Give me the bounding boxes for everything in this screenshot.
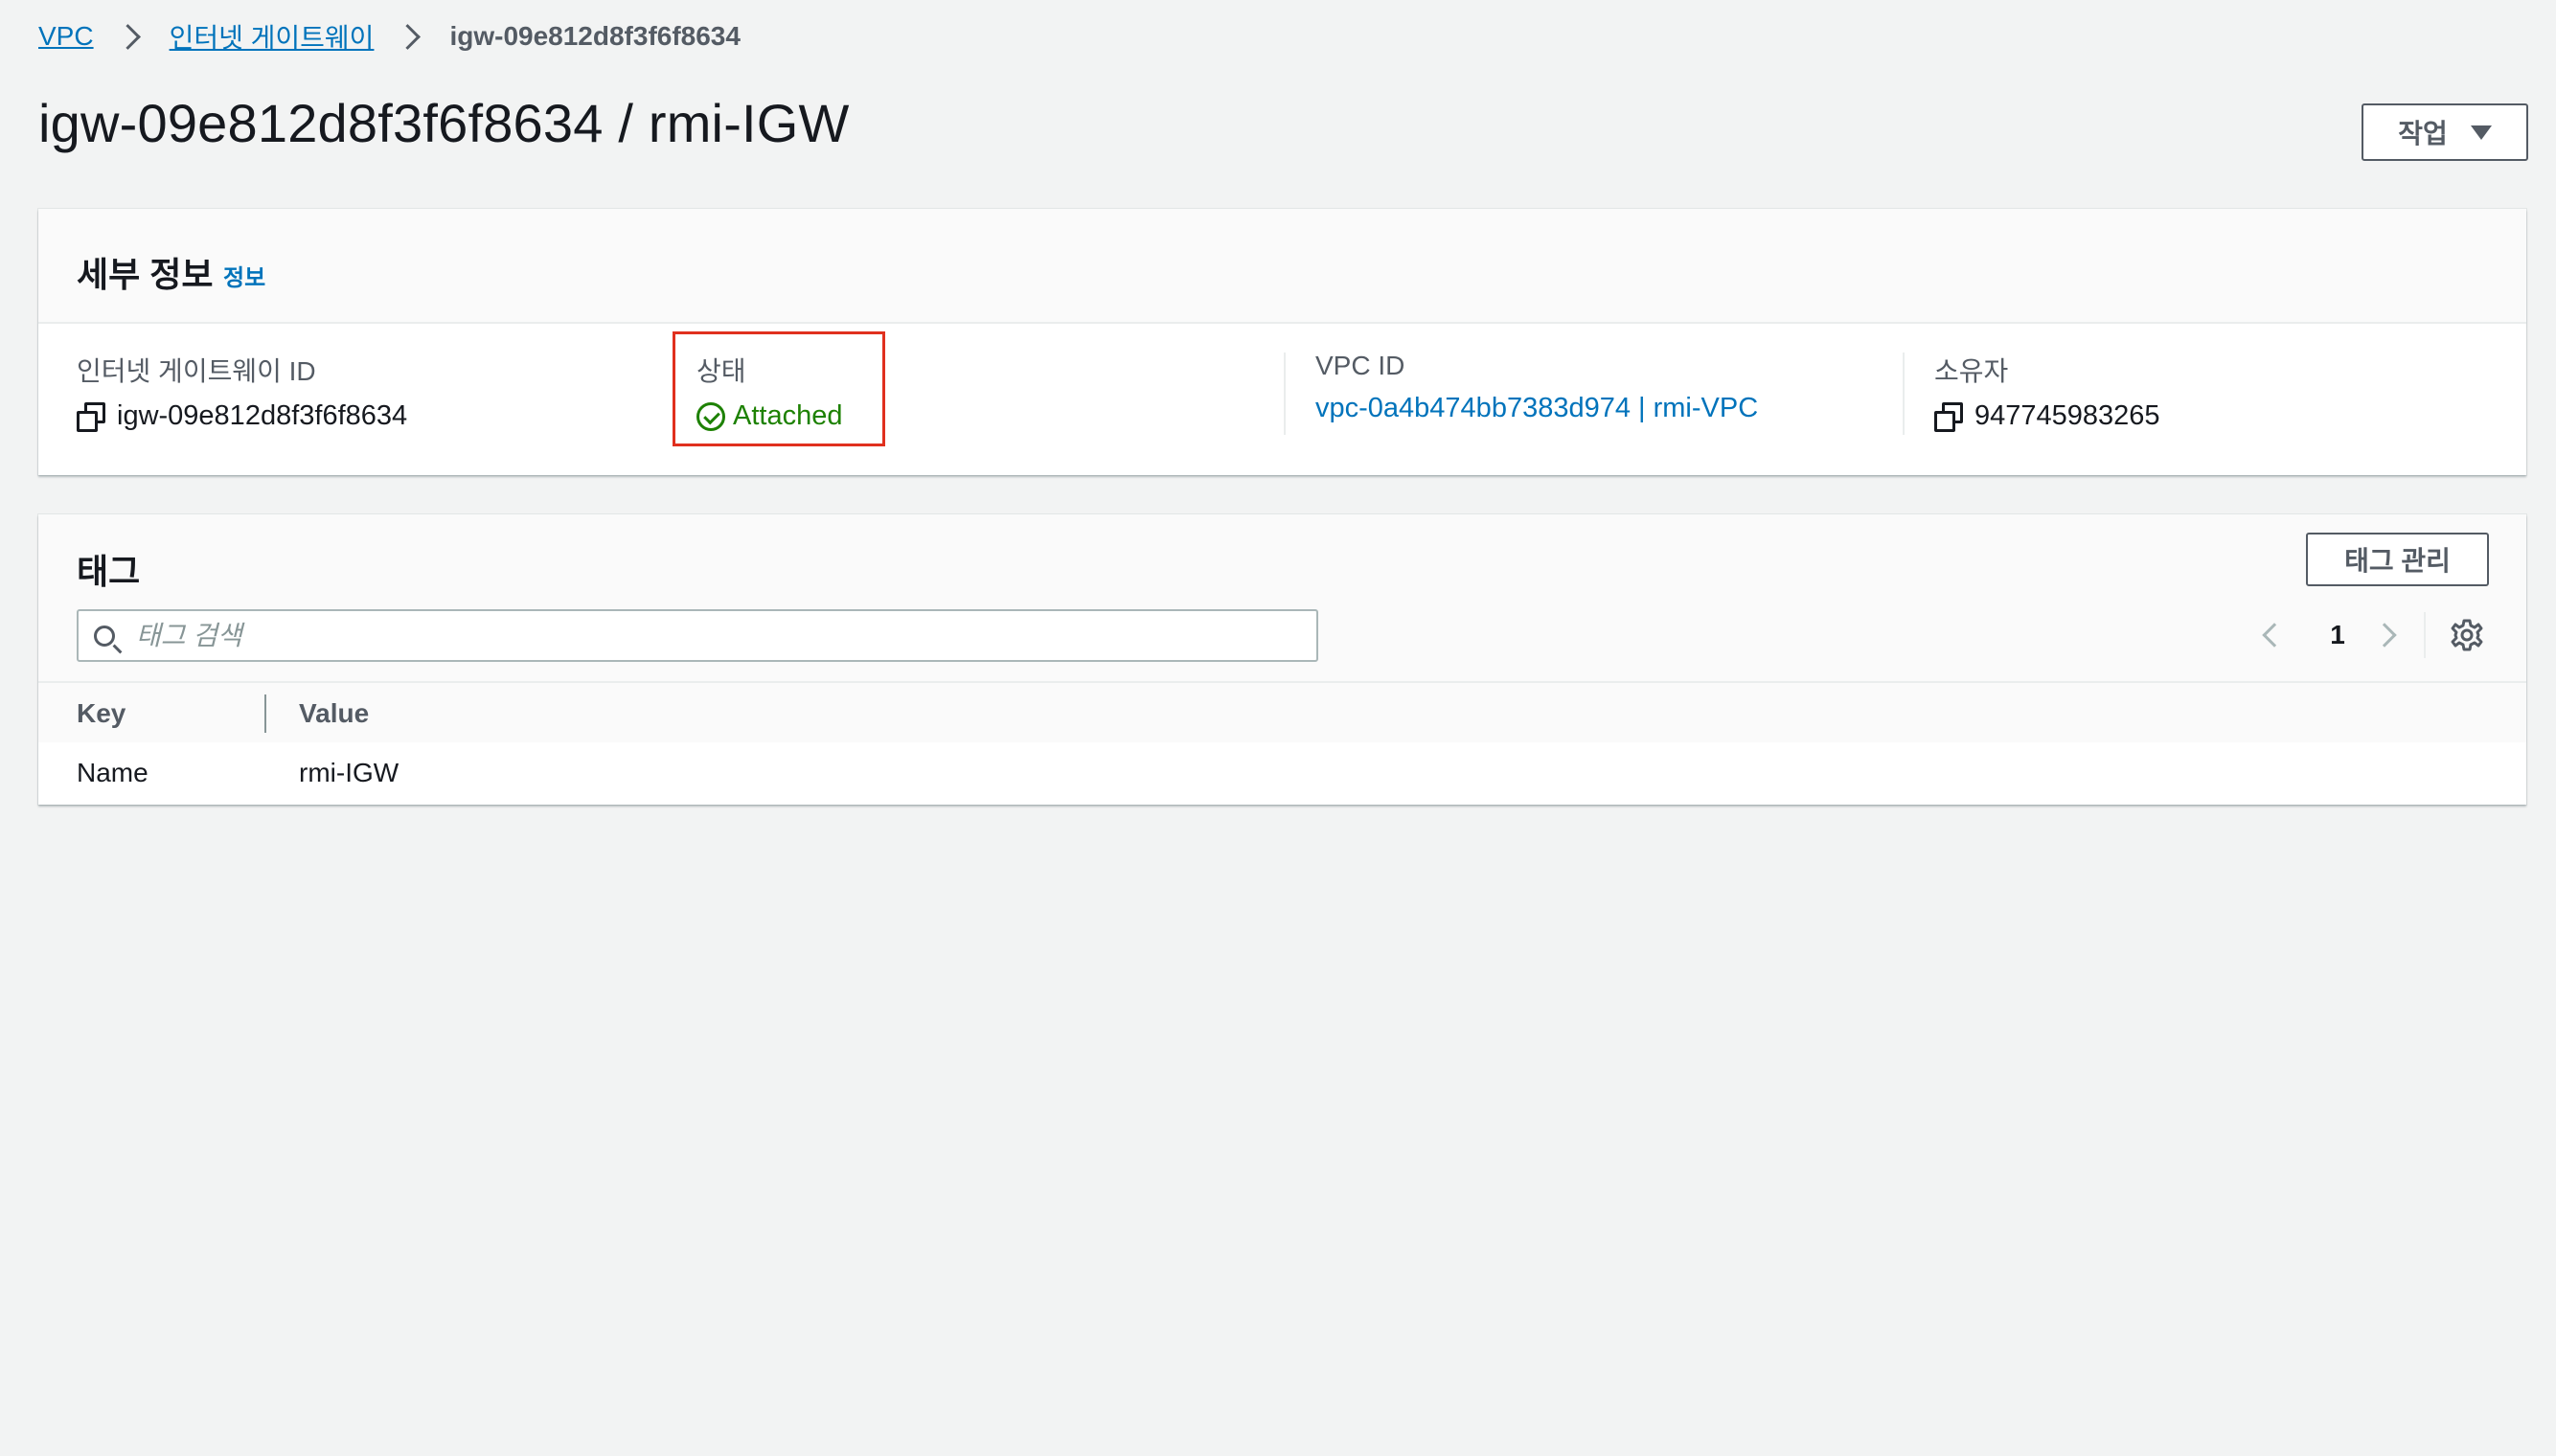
pagination-divider: [2424, 612, 2426, 658]
tags-panel: 태그 태그 관리 1 Key Value Name rmi-IGW: [38, 514, 2526, 805]
vpc-id-field: VPC ID vpc-0a4b474bb7383d974 | rmi-VPC: [1315, 351, 1758, 424]
preferences-button[interactable]: [2448, 616, 2486, 654]
pagination-next[interactable]: [2372, 610, 2405, 660]
tags-panel-title: 태그: [77, 552, 141, 591]
column-resizer[interactable]: [264, 694, 266, 733]
actions-dropdown-button[interactable]: 작업: [2362, 103, 2528, 161]
breadcrumb-link-vpc[interactable]: VPC: [38, 21, 94, 52]
details-panel-title: 세부 정보: [77, 255, 214, 294]
tags-table-header: Key Value: [38, 681, 2526, 744]
igw-id-field: 인터넷 게이트웨이 ID igw-09e812d8f3f6f8634: [77, 351, 407, 432]
copy-icon[interactable]: [1934, 401, 1963, 432]
info-link[interactable]: 정보: [223, 259, 265, 292]
column-header-key[interactable]: Key: [77, 698, 126, 729]
manage-tags-button[interactable]: 태그 관리: [2306, 533, 2489, 586]
tag-search-input[interactable]: [134, 619, 1316, 652]
owner-label: 소유자: [1934, 356, 2009, 386]
page-title: igw-09e812d8f3f6f8634 / rmi-IGW: [38, 93, 850, 153]
copy-icon[interactable]: [77, 401, 105, 432]
breadcrumb-link-internet-gateways[interactable]: 인터넷 게이트웨이: [170, 17, 375, 56]
owner-value: 947745983265: [1974, 400, 2160, 431]
tag-search-box: [77, 609, 1318, 662]
breadcrumb-current: igw-09e812d8f3f6f8634: [449, 21, 741, 51]
details-panel: 세부 정보 정보 인터넷 게이트웨이 ID igw-09e812d8f3f6f8…: [38, 209, 2526, 475]
chevron-left-icon: [2262, 623, 2287, 648]
actions-button-label: 작업: [2398, 119, 2448, 148]
table-row: Name rmi-IGW: [38, 742, 2526, 805]
chevron-right-icon: [2372, 623, 2397, 648]
gear-icon: [2451, 619, 2483, 651]
column-divider: [1284, 353, 1286, 435]
column-divider: [1903, 353, 1905, 435]
igw-id-label: 인터넷 게이트웨이 ID: [77, 356, 316, 386]
breadcrumb: VPC 인터넷 게이트웨이 igw-09e812d8f3f6f8634: [38, 17, 741, 56]
column-header-value[interactable]: Value: [299, 698, 369, 729]
vpc-id-label: VPC ID: [1315, 351, 1405, 380]
highlight-box: [673, 331, 885, 446]
igw-id-value: igw-09e812d8f3f6f8634: [117, 400, 408, 431]
pagination-page-number[interactable]: 1: [2323, 610, 2352, 660]
caret-down-icon: [2470, 125, 2492, 140]
tag-key-cell: Name: [77, 758, 148, 787]
tag-value-cell: rmi-IGW: [299, 758, 399, 787]
chevron-right-icon: [395, 23, 422, 50]
pagination-previous[interactable]: [2262, 610, 2294, 660]
search-icon: [94, 625, 115, 647]
owner-field: 소유자 947745983265: [1934, 351, 2160, 432]
details-panel-header: 세부 정보 정보: [38, 209, 2526, 324]
vpc-id-link[interactable]: vpc-0a4b474bb7383d974 | rmi-VPC: [1315, 393, 1758, 424]
chevron-right-icon: [114, 23, 141, 50]
